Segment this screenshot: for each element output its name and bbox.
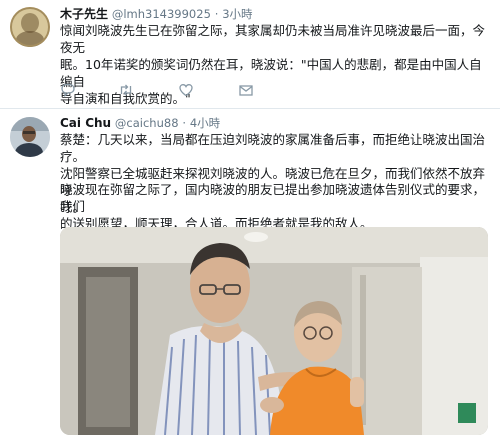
tweet-photo[interactable] xyxy=(60,227,488,435)
author-name[interactable]: Cai Chu xyxy=(60,116,111,130)
tweet-header: 木子先生 @lmh314399025 · 3小時 xyxy=(60,6,253,22)
tweet-text-line: 晓波现在弥留之际了，国内晓波的朋友已提出参加晓波遗体告别仪式的要求，我们 xyxy=(60,182,486,214)
tweet-1[interactable]: 木子先生 @lmh314399025 · 3小時 惊闻刘晓波先生已在弥留之际，其… xyxy=(0,0,500,108)
tweet-time[interactable]: 3小時 xyxy=(222,7,252,21)
tweet-text-paragraph-2: 晓波现在弥留之际了，国内晓波的朋友已提出参加晓波遗体告别仪式的要求，我们 的送别… xyxy=(60,181,490,232)
avatar-portrait xyxy=(10,7,50,47)
author-handle[interactable]: @lmh314399025 xyxy=(112,7,211,21)
separator-dot: · xyxy=(214,7,219,21)
avatar-portrait xyxy=(10,117,50,157)
avatar[interactable] xyxy=(10,7,50,47)
tweet-time[interactable]: 4小時 xyxy=(190,116,220,130)
reply-icon[interactable] xyxy=(60,82,76,98)
tweet-text-line: 惊闻刘晓波先生已在弥留之际，其家属却仍未被当局准许见晓波最后一面，今夜无 xyxy=(60,23,486,55)
retweet-icon[interactable] xyxy=(118,82,134,98)
tweet-text-line: 蔡楚：几天以来，当局都在压迫刘晓波的家属准备后事，而拒绝让晓波出国治疗。 xyxy=(60,132,486,164)
avatar[interactable] xyxy=(10,117,50,157)
heart-icon[interactable] xyxy=(178,82,194,98)
tweet-actions xyxy=(60,82,360,100)
author-handle[interactable]: @caichu88 xyxy=(115,116,179,130)
photo-illustration xyxy=(60,227,488,435)
separator-dot: · xyxy=(182,116,187,130)
tweet-2[interactable]: Cai Chu @caichu88 · 4小時 蔡楚：几天以来，当局都在压迫刘晓… xyxy=(0,109,500,435)
author-name[interactable]: 木子先生 xyxy=(60,7,108,21)
envelope-icon[interactable] xyxy=(238,82,254,98)
tweet-header: Cai Chu @caichu88 · 4小時 xyxy=(60,115,220,131)
